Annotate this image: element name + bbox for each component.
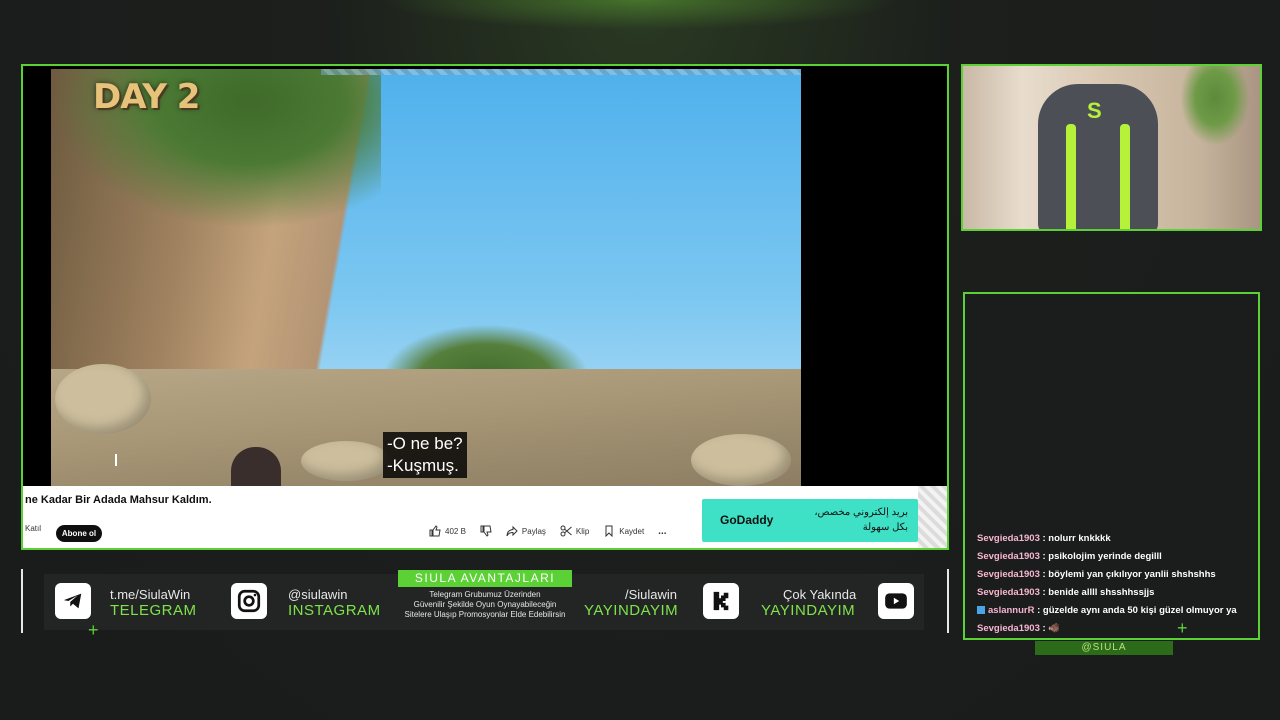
chat-text: : psikolojim yerinde degilll [1042, 551, 1162, 562]
chat-text: : benide allll shsshhssjjs [1042, 587, 1155, 598]
boulder [55, 364, 151, 434]
boulder [691, 434, 791, 486]
video-scene: DAY 2 [51, 69, 801, 486]
chat-text: : böylemi yan çıkılıyor yanlii shshshhs [1042, 569, 1216, 580]
more-icon: ... [658, 525, 667, 537]
chat-text: : güzelde aynı anda 50 kişi güzel olmuyo… [1037, 605, 1237, 616]
instagram-glyph-icon [237, 589, 261, 613]
top-glow [380, 0, 900, 30]
instagram-label: INSTAGRAM [288, 602, 381, 619]
person-head [231, 447, 281, 486]
youtube-icon[interactable] [878, 583, 914, 619]
chat-username[interactable]: Sevgieda1903 [977, 569, 1040, 580]
kick-glyph-icon [713, 591, 729, 611]
chat-message: Sevgieda1903 : 🐗 [977, 620, 1257, 638]
save-label: Kaydet [619, 526, 645, 536]
video-subtitle: -O ne be? -Kuşmuş. [383, 432, 467, 478]
godaddy-ad[interactable]: GoDaddy بريد إلكتروني مخصص، بكل سهولة [702, 499, 918, 542]
mouse-cursor-icon [115, 454, 125, 466]
avantaj-title: SIULA AVANTAJLARI [398, 570, 572, 587]
like-count: 402 B [445, 526, 466, 536]
telegram-icon[interactable] [55, 583, 91, 619]
chat-message: Sevgieda1903 : böylemi yan çıkılıyor yan… [977, 566, 1257, 584]
video-player-frame: DAY 2 -O ne be? -Kuşmuş. ne Kadar Bir Ad… [21, 64, 949, 550]
youtube-label: YAYINDAYIM [761, 602, 856, 619]
video-actions: 402 B Paylaş Klip Kaydet ... [429, 525, 667, 537]
video-info-bar: ne Kadar Bir Adada Mahsur Kaldım. Katıl … [23, 486, 947, 548]
like-button[interactable]: 402 B [429, 525, 466, 537]
video-title[interactable]: ne Kadar Bir Adada Mahsur Kaldım. [25, 494, 212, 506]
ad-text: بريد إلكتروني مخصص، بكل سهولة [814, 507, 908, 533]
subscribe-button[interactable]: Abone ol [56, 525, 102, 542]
webcam-feed: S [961, 64, 1262, 231]
save-button[interactable]: Kaydet [603, 525, 644, 537]
chat-username[interactable]: aslannurR [988, 605, 1034, 616]
bookmark-icon [605, 525, 613, 537]
youtube-glyph-icon [885, 593, 907, 609]
share-icon [506, 525, 518, 537]
thumbs-up-icon [429, 525, 441, 537]
chat-list: Sevgieda1903 : nolurr knkkkk Sevgieda190… [977, 530, 1257, 638]
share-label: Paylaş [521, 526, 546, 536]
share-button[interactable]: Paylaş [506, 525, 546, 537]
kick-label: YAYINDAYIM [584, 602, 679, 619]
overlay-stripe [321, 69, 801, 75]
join-button[interactable]: Katıl [25, 524, 41, 533]
telegram-glyph-icon [63, 593, 82, 609]
youtube-handle[interactable]: Çok Yakında [783, 587, 856, 602]
clip-label: Klip [575, 526, 590, 536]
ad-brand: GoDaddy [720, 513, 774, 527]
chat-username[interactable]: Sevgieda1903 [977, 551, 1040, 562]
chat-text: : 🐗 [1042, 623, 1061, 634]
day-tag: DAY 2 [93, 77, 200, 117]
instagram-icon[interactable] [231, 583, 267, 619]
chat-message: aslannurR : güzelde aynı anda 50 kişi gü… [977, 602, 1257, 620]
chat-username[interactable]: Sevgieda1903 [977, 623, 1040, 634]
thumbs-down-icon [480, 525, 492, 537]
chat-username[interactable]: Sevgieda1903 [977, 587, 1040, 598]
chat-text: : nolurr knkkkk [1042, 533, 1111, 544]
plus-icon: + [88, 620, 99, 640]
chair-logo-icon: S [1087, 98, 1102, 123]
avantaj-line: Telegram Grubumuz Üzerinden [429, 590, 541, 599]
dislike-button[interactable] [480, 525, 492, 537]
chat-message: Sevgieda1903 : psikolojim yerinde degill… [977, 548, 1257, 566]
telegram-handle[interactable]: t.me/SiulaWin [110, 587, 190, 602]
siula-tag: @SIULA [1035, 641, 1173, 655]
plant [1180, 66, 1250, 146]
chat-username[interactable]: Sevgieda1903 [977, 533, 1040, 544]
avantaj-text: Telegram Grubumuz Üzerinden Güvenilir Şe… [385, 590, 585, 620]
plus-icon: + [1177, 618, 1188, 638]
chair-stripe [1120, 124, 1130, 229]
gaming-chair: S [1038, 84, 1158, 229]
chair-stripe [1066, 124, 1076, 229]
kick-icon[interactable] [703, 583, 739, 619]
kick-handle[interactable]: /Siulawin [625, 587, 677, 602]
scissors-icon [560, 525, 572, 537]
avantaj-line: Sitelere Ulaşıp Promosyonlar Elde Edebil… [404, 610, 566, 619]
telegram-label: TELEGRAM [110, 602, 197, 619]
instagram-handle[interactable]: @siulawin [288, 587, 347, 602]
chat-panel: Sevgieda1903 : nolurr knkkkk Sevgieda190… [963, 292, 1260, 640]
chat-message: Sevgieda1903 : nolurr knkkkk [977, 530, 1257, 548]
video-player[interactable]: DAY 2 -O ne be? -Kuşmuş. [23, 66, 947, 486]
boulder [301, 441, 391, 481]
ad-stripes [918, 486, 947, 548]
chat-message: Sevgieda1903 : benide allll shsshhssjjs [977, 584, 1257, 602]
kick-badge-icon [977, 606, 985, 615]
clip-button[interactable]: Klip [560, 525, 589, 537]
more-button[interactable]: ... [658, 526, 666, 537]
avantaj-line: Güvenilir Şekilde Oyun Oynayabileceğin [413, 600, 557, 609]
